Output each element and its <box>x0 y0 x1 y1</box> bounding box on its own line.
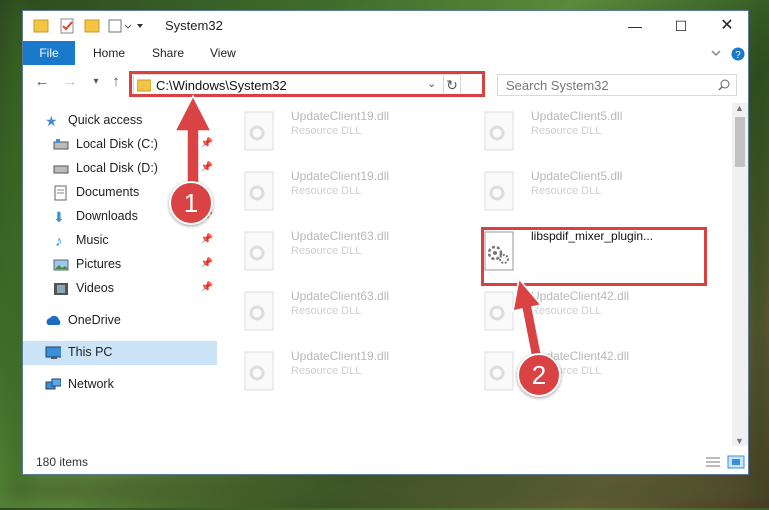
tab-view[interactable]: View <box>210 41 236 65</box>
cloud-icon <box>46 315 61 325</box>
dll-file-icon <box>484 111 514 151</box>
pictures-icon <box>53 259 69 271</box>
documents-icon <box>54 185 67 201</box>
tab-share[interactable]: Share <box>152 41 184 65</box>
sidebar-item-network[interactable]: Network <box>23 373 217 397</box>
file-item[interactable]: UpdateClient5.dll Resource DLL <box>463 167 693 215</box>
ribbon-tabs: File Home Share View ? <box>23 41 748 89</box>
search-icon <box>718 79 730 91</box>
dll-file-icon <box>244 291 274 331</box>
back-button[interactable]: ← <box>33 73 51 91</box>
file-item[interactable]: UpdateClient19.dll Resource DLL <box>223 347 453 395</box>
star-icon: ★ <box>45 113 58 129</box>
status-bar: 180 items <box>23 450 748 474</box>
details-view-icon <box>706 457 720 467</box>
window-title: System32 <box>165 18 223 33</box>
drive-icon <box>53 165 69 174</box>
title-bar: System32 — ☐ ✕ <box>23 11 748 41</box>
tab-home[interactable]: Home <box>93 41 125 65</box>
file-item[interactable]: UpdateClient19.dll Resource DLL <box>223 107 453 155</box>
explorer-window: System32 — ☐ ✕ File Home Share View ? ← … <box>22 10 749 475</box>
pin-icon[interactable]: 📌 <box>201 282 213 293</box>
videos-icon <box>54 283 68 295</box>
large-icons-view-icon <box>727 455 745 469</box>
download-arrow-icon: ⬇ <box>53 209 65 225</box>
recent-locations-icon[interactable]: ▾ <box>87 73 105 91</box>
minimize-button[interactable]: — <box>612 11 658 41</box>
file-item[interactable]: UpdateClient19.dll Resource DLL <box>223 167 453 215</box>
pin-icon[interactable]: 📌 <box>201 234 213 245</box>
dll-file-icon <box>244 111 274 151</box>
search-box[interactable]: Search System32 <box>497 74 737 96</box>
sidebar-item-pictures[interactable]: Pictures 📌 <box>23 253 217 277</box>
computer-icon <box>45 346 61 359</box>
file-item[interactable]: UpdateClient5.dll Resource DLL <box>463 107 693 155</box>
music-icon: ♪ <box>55 233 63 250</box>
sidebar-item-music[interactable]: ♪ Music 📌 <box>23 229 217 253</box>
dll-file-icon <box>244 231 274 271</box>
forward-button[interactable]: → <box>61 73 79 91</box>
vertical-scrollbar[interactable]: ▲ ▼ <box>732 103 748 446</box>
svg-text:?: ? <box>735 50 741 61</box>
file-item[interactable]: UpdateClient42.dll Resource DLL <box>463 347 693 395</box>
maximize-button[interactable]: ☐ <box>658 11 704 41</box>
dll-file-icon <box>244 351 274 391</box>
step-badge-2: 2 <box>517 353 561 397</box>
pin-icon[interactable]: 📌 <box>201 258 213 269</box>
view-switcher[interactable] <box>705 455 745 469</box>
item-count: 180 items <box>36 455 89 469</box>
scroll-thumb[interactable] <box>735 117 745 167</box>
search-input[interactable]: Search System32 <box>506 78 609 93</box>
file-item[interactable]: UpdateClient63.dll Resource DLL <box>223 227 453 275</box>
dll-file-icon <box>484 171 514 211</box>
scroll-up-icon[interactable]: ▲ <box>735 103 744 113</box>
chevron-down-icon <box>711 50 721 57</box>
up-button[interactable]: ↑ <box>107 73 125 91</box>
scroll-down-icon[interactable]: ▼ <box>735 436 744 446</box>
close-button[interactable]: ✕ <box>704 11 750 41</box>
file-item[interactable]: UpdateClient63.dll Resource DLL <box>223 287 453 335</box>
file-item[interactable]: UpdateClient42.dll Resource DLL <box>463 287 693 335</box>
ribbon-controls[interactable]: ? <box>711 47 745 61</box>
sidebar-item-onedrive[interactable]: OneDrive <box>23 309 217 333</box>
drive-icon <box>53 139 69 150</box>
sidebar-item-videos[interactable]: Videos 📌 <box>23 277 217 301</box>
dll-file-icon <box>244 171 274 211</box>
quick-access-toolbar[interactable] <box>33 17 143 35</box>
network-icon <box>45 378 61 390</box>
step-badge-1: 1 <box>169 181 213 225</box>
sidebar-item-this-pc[interactable]: This PC <box>23 341 217 365</box>
